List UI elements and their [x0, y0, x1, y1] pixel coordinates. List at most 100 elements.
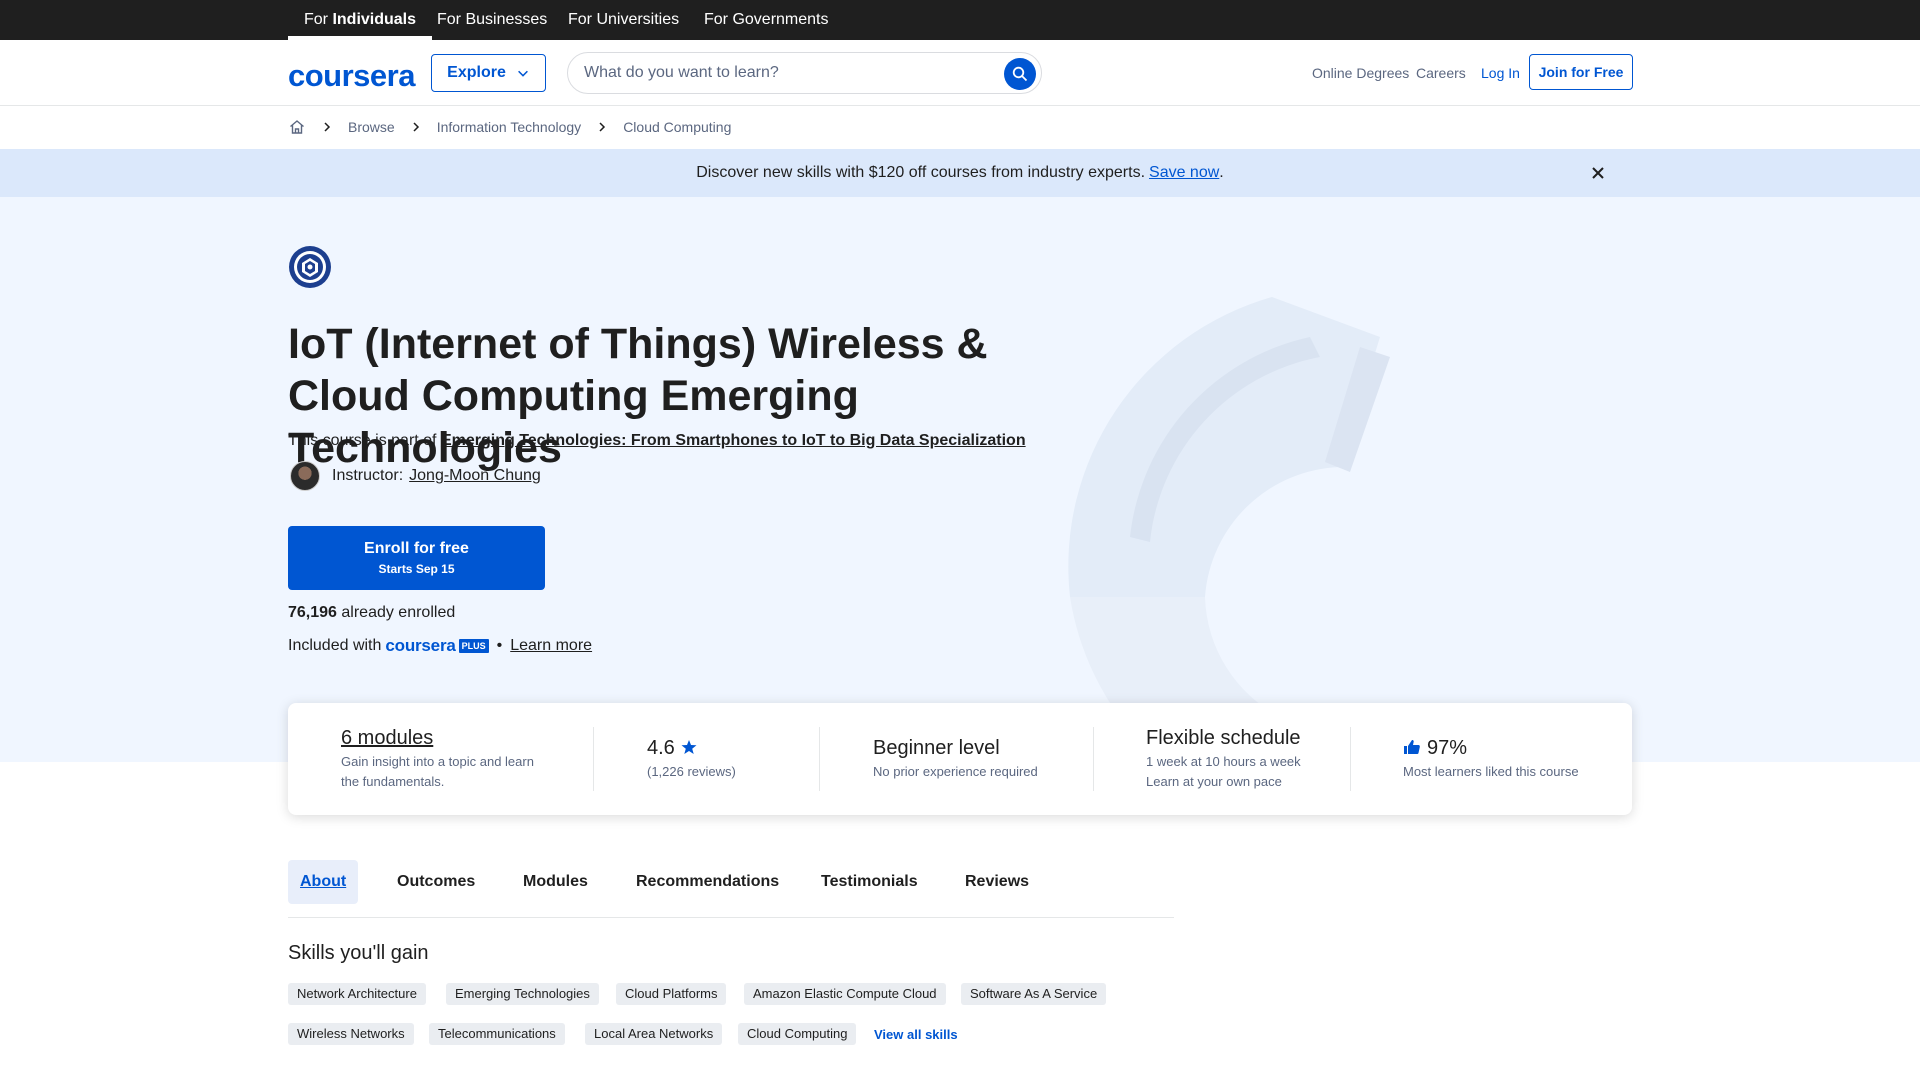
stat-liked: 97% Most learners liked this course [1403, 737, 1579, 782]
close-icon[interactable] [1590, 165, 1606, 181]
separator-dot: • [496, 637, 503, 654]
breadcrumb-cloud-computing[interactable]: Cloud Computing [623, 119, 731, 135]
breadcrumb-information-technology[interactable]: Information Technology [437, 119, 582, 135]
course-title: IoT (Internet of Things) Wireless & Clou… [288, 320, 988, 472]
level-title: Beginner level [873, 737, 1000, 759]
skills-heading: Skills you'll gain [288, 942, 429, 964]
stat-schedule: Flexible schedule 1 week at 10 hours a w… [1146, 727, 1301, 792]
audience-tab-universities[interactable]: For Universities [552, 0, 695, 40]
course-tabs: About Outcomes Modules Recommendations T… [288, 860, 1174, 918]
liked-desc: Most learners liked this course [1403, 764, 1579, 779]
enroll-label: Enroll for free [364, 540, 469, 557]
join-for-free-button[interactable]: Join for Free [1529, 54, 1633, 90]
save-now-link[interactable]: Save now [1149, 164, 1219, 182]
rating-value: 4.6 [647, 737, 675, 759]
search-button[interactable] [1004, 58, 1036, 90]
audience-tab-governments[interactable]: For Governments [688, 0, 844, 40]
site-header: coursera Explore Online Degrees Careers … [0, 40, 1920, 106]
explore-button[interactable]: Explore [431, 54, 546, 92]
included-with-plus: Included with coursera PLUS • Learn more [288, 636, 592, 656]
tab-reviews[interactable]: Reviews [953, 860, 1041, 904]
login-link[interactable]: Log In [1481, 65, 1520, 81]
skill-chip[interactable]: Emerging Technologies [446, 983, 599, 1005]
promo-text: Discover new skills with $120 off course… [696, 164, 1146, 181]
enroll-button[interactable]: Enroll for free Starts Sep 15 [288, 526, 545, 590]
tab-recommendations[interactable]: Recommendations [624, 860, 791, 904]
learn-more-link[interactable]: Learn more [510, 637, 592, 655]
liked-row: 97% [1403, 737, 1579, 760]
included-prefix: Included with [288, 637, 382, 654]
chevron-right-icon [599, 122, 606, 132]
instructor-name-link[interactable]: Jong-Moon Chung [409, 467, 541, 485]
skill-chip[interactable]: Network Architecture [288, 983, 426, 1005]
tab-modules[interactable]: Modules [511, 860, 600, 904]
specialization-line: This course is part of Emerging Technolo… [288, 432, 1026, 450]
level-desc: No prior experience required [873, 764, 1038, 779]
stat-rating: 4.6 (1,226 reviews) [647, 737, 736, 782]
instructor-row: Instructor: Jong-Moon Chung [290, 461, 541, 491]
audience-tab-individuals[interactable]: For Individuals [288, 0, 433, 40]
promo-banner: Discover new skills with $120 off course… [0, 149, 1920, 197]
stat-divider [819, 727, 820, 791]
enrolled-suffix: already enrolled [336, 604, 456, 621]
tab-testimonials[interactable]: Testimonials [809, 860, 930, 904]
decorative-background-graphic [1068, 297, 1490, 762]
course-stats-card: 6 modules Gain insight into a topic and … [288, 703, 1632, 815]
skill-chip[interactable]: Telecommunications [429, 1023, 565, 1045]
schedule-title: Flexible schedule [1146, 727, 1301, 749]
breadcrumb: Browse Information Technology Cloud Comp… [288, 106, 731, 148]
star-icon [681, 740, 697, 754]
audience-tab-label: Individuals [332, 11, 417, 28]
skill-chip[interactable]: Software As A Service [961, 983, 1107, 1005]
rating-reviews: (1,226 reviews) [647, 764, 736, 779]
chevron-right-icon [324, 122, 331, 132]
skill-chip[interactable]: Wireless Networks [288, 1023, 414, 1045]
chevron-down-icon [517, 70, 528, 77]
specialization-prefix: This course is part of [288, 432, 437, 449]
skill-chip[interactable]: Local Area Networks [585, 1023, 723, 1045]
careers-link[interactable]: Careers [1416, 65, 1466, 81]
coursera-logo[interactable]: coursera [288, 58, 415, 94]
coursera-plus-wordmark: coursera [385, 636, 456, 655]
instructor-avatar[interactable] [290, 461, 320, 491]
tab-outcomes[interactable]: Outcomes [385, 860, 487, 904]
enroll-start-date: Starts Sep 15 [378, 562, 455, 576]
tab-about[interactable]: About [288, 860, 359, 904]
audience-bar: For Individuals For Businesses For Unive… [0, 0, 1920, 40]
rating-row: 4.6 [647, 737, 736, 760]
explore-label: Explore [447, 64, 506, 81]
modules-desc-line2: the fundamentals. [341, 774, 445, 789]
instructor-label: Instructor: [332, 467, 404, 484]
promo-suffix: . [1219, 164, 1224, 181]
search-input[interactable] [584, 53, 984, 93]
search-bar [567, 52, 1042, 94]
plus-badge: PLUS [458, 639, 489, 653]
audience-tab-prefix: For [304, 11, 333, 28]
skill-chip[interactable]: Amazon Elastic Compute Cloud [744, 983, 946, 1005]
specialization-link[interactable]: Emerging Technologies: From Smartphones … [441, 432, 1026, 449]
stat-divider [1350, 727, 1351, 791]
schedule-desc-line2: Learn at your own pace [1146, 774, 1282, 789]
coursera-plus-logo: coursera PLUS [385, 636, 489, 656]
modules-desc-line1: Gain insight into a topic and learn [341, 754, 534, 769]
thumbs-up-icon [1404, 740, 1420, 754]
view-all-skills-link[interactable]: View all skills [874, 1027, 958, 1042]
audience-tab-businesses[interactable]: For Businesses [421, 0, 563, 40]
skill-chip[interactable]: Cloud Computing [738, 1023, 857, 1045]
liked-value: 97% [1427, 737, 1468, 759]
stat-divider [593, 727, 594, 791]
stat-divider [1093, 727, 1094, 791]
home-icon[interactable] [288, 118, 306, 136]
online-degrees-link[interactable]: Online Degrees [1312, 65, 1409, 81]
enrolled-number: 76,196 [288, 604, 337, 621]
university-seal-icon [289, 246, 331, 288]
stat-level: Beginner level No prior experience requi… [873, 737, 1038, 782]
skill-chip[interactable]: Cloud Platforms [616, 983, 727, 1005]
breadcrumb-browse[interactable]: Browse [348, 119, 395, 135]
modules-link[interactable]: 6 modules [341, 727, 534, 750]
search-icon [1012, 66, 1028, 82]
schedule-desc-line1: 1 week at 10 hours a week [1146, 754, 1301, 769]
stat-modules: 6 modules Gain insight into a topic and … [341, 727, 534, 792]
chevron-right-icon [413, 122, 419, 132]
enrolled-count: 76,196 already enrolled [288, 604, 455, 622]
